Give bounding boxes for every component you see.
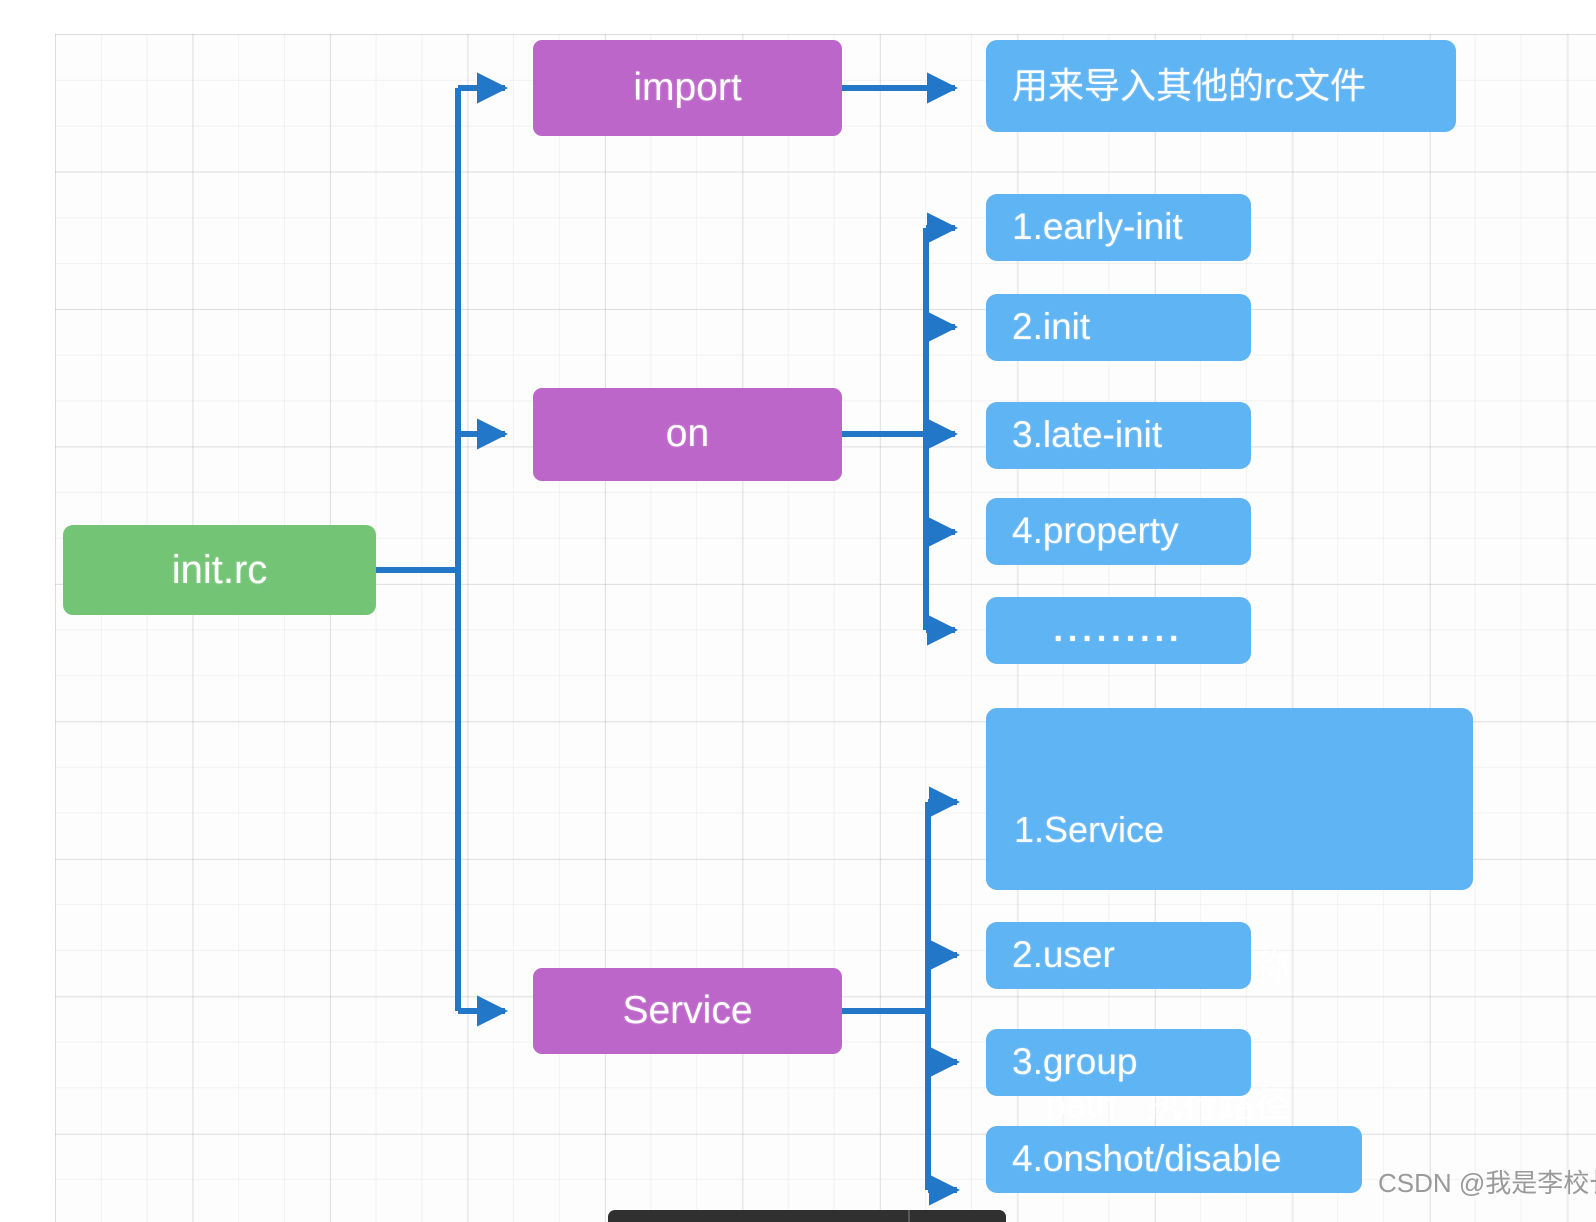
node-on-late-init[interactable]: 3.late-init bbox=[986, 402, 1251, 469]
node-service-detail[interactable]: 1.Service name 执行名称 path 执行路径 arg 执行参数 bbox=[986, 708, 1473, 1222]
node-service-onshot-disable-label: 4.onshot/disable bbox=[1012, 1138, 1282, 1180]
node-service-user-label: 2.user bbox=[1012, 934, 1115, 976]
toolbar-divider bbox=[908, 1210, 910, 1222]
service-detail-line-1: 1.Service bbox=[1014, 809, 1165, 851]
node-on[interactable]: on bbox=[533, 388, 842, 481]
node-on-late-init-label: 3.late-init bbox=[1012, 414, 1163, 456]
node-import-label: import bbox=[633, 65, 742, 109]
node-on-property-label: 4.property bbox=[1012, 510, 1179, 552]
node-init-rc[interactable]: init.rc bbox=[63, 525, 376, 615]
node-service-group[interactable]: 3.group bbox=[986, 1029, 1251, 1096]
node-service-onshot-disable[interactable]: 4.onshot/disable bbox=[986, 1126, 1362, 1193]
node-on-ellipsis[interactable]: ......... bbox=[986, 597, 1251, 664]
csdn-watermark: CSDN @我是李校长 bbox=[1378, 1168, 1596, 1198]
node-on-early-init[interactable]: 1.early-init bbox=[986, 194, 1251, 261]
node-on-init-label: 2.init bbox=[1012, 306, 1091, 348]
node-service-label: Service bbox=[622, 988, 753, 1032]
node-on-early-init-label: 1.early-init bbox=[1012, 206, 1183, 248]
node-on-property[interactable]: 4.property bbox=[986, 498, 1251, 565]
node-import[interactable]: import bbox=[533, 40, 842, 136]
node-import-description-label: 用来导入其他的rc文件 bbox=[1012, 65, 1366, 107]
node-init-rc-label: init.rc bbox=[171, 548, 268, 592]
diagram-canvas: init.rc import on Service 用来导入其他的rc文件 1.… bbox=[0, 0, 1596, 1222]
node-service-group-label: 3.group bbox=[1012, 1041, 1138, 1083]
node-on-label: on bbox=[665, 412, 710, 456]
node-service-user[interactable]: 2.user bbox=[986, 922, 1251, 989]
bottom-toolbar-strip[interactable] bbox=[608, 1210, 1006, 1222]
node-on-ellipsis-label: ......... bbox=[1053, 610, 1184, 649]
node-on-init[interactable]: 2.init bbox=[986, 294, 1251, 361]
node-service[interactable]: Service bbox=[533, 968, 842, 1054]
node-import-description[interactable]: 用来导入其他的rc文件 bbox=[986, 40, 1456, 132]
